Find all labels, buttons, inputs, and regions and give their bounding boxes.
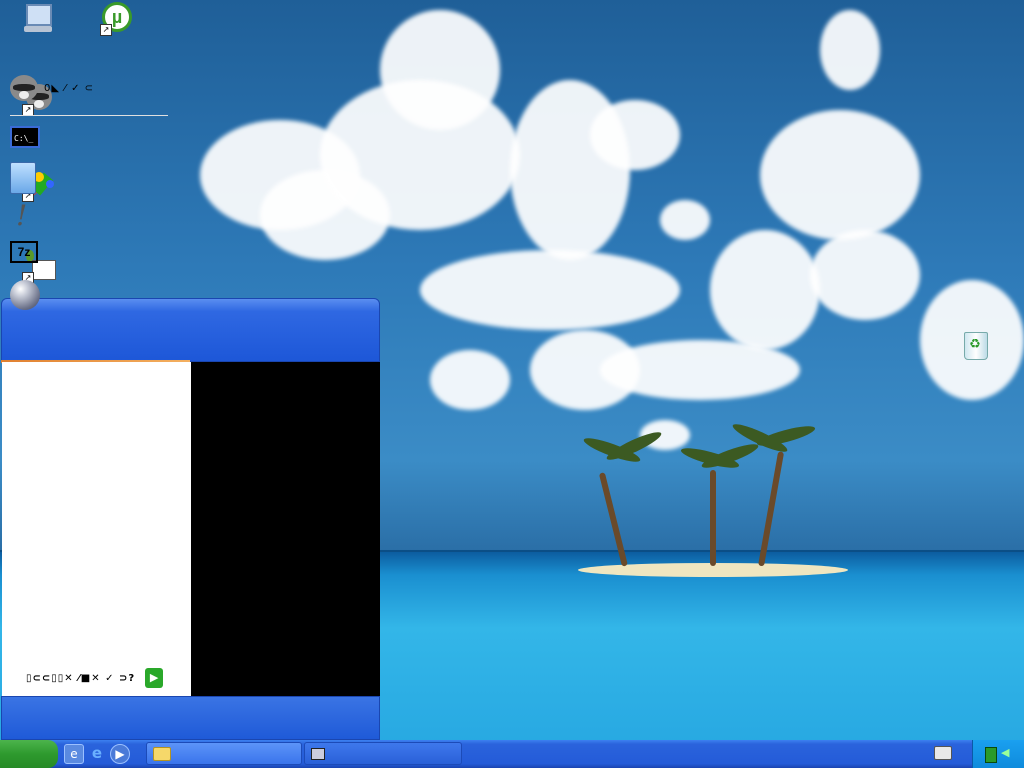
all-programs-label: ▯⊂⊂▯▯✕ ⁄■✕ ✓ ⊃? <box>26 672 136 684</box>
notepad-program-item[interactable] <box>10 162 42 194</box>
all-programs-button[interactable]: ▯⊂⊂▯▯✕ ⁄■✕ ✓ ⊃? ▶ <box>26 668 164 688</box>
taskbar-explorer-window-button[interactable] <box>146 742 302 765</box>
show-desktop-icon[interactable]: e <box>64 744 84 764</box>
cmd-program-item[interactable]: C:\_ <box>10 126 42 158</box>
quick-launch-bar: e e ▶ <box>64 744 130 764</box>
volume-icon[interactable]: ◀ <box>1001 746 1015 760</box>
cloud <box>810 230 920 320</box>
my-computer-icon[interactable] <box>22 2 56 36</box>
terminal-icon <box>311 747 325 760</box>
recycle-arrows-icon: ♻ <box>969 337 981 352</box>
7zip-program-item[interactable]: 7z <box>10 241 42 273</box>
raccoon-icon <box>10 75 38 101</box>
raccoon-mask <box>13 84 35 91</box>
media-player-icon[interactable]: ▶ <box>110 744 130 764</box>
start-button[interactable] <box>0 740 58 768</box>
utorrent-icon[interactable]: µ ↗ <box>100 2 134 36</box>
system-tray: ◀ <box>972 740 1024 768</box>
start-menu-places-pane <box>191 362 380 696</box>
network-status-icon[interactable] <box>985 747 997 763</box>
notepad-icon <box>10 162 36 194</box>
start-menu-programs-pane <box>2 362 191 696</box>
palm-frond <box>755 422 817 450</box>
orb-icon <box>10 280 40 310</box>
command-prompt-icon: C:\_ <box>10 126 40 148</box>
pinned-item-label: 0◣ ⁄ ✓ ⊂ <box>44 82 95 94</box>
raccoon-snout <box>19 91 29 99</box>
start-menu-footer <box>1 696 380 740</box>
raccoon-snout <box>34 100 44 108</box>
monitor-shape <box>26 4 52 26</box>
exclamation-icon: ! <box>16 199 28 232</box>
cloud <box>590 100 680 170</box>
exclaim-program-item[interactable]: ! <box>10 200 42 232</box>
cloud <box>820 10 880 90</box>
shortcut-arrow-icon: ↗ <box>100 24 112 36</box>
cloud <box>760 110 920 240</box>
pinned-raccoon-item[interactable]: 0◣ ⁄ ✓ ⊂ <box>10 75 95 101</box>
recycle-bin-icon[interactable]: ♻ <box>958 328 992 362</box>
cloud <box>710 230 820 350</box>
7zip-icon: 7z <box>10 241 38 263</box>
cloud <box>420 250 680 330</box>
green-arrow-icon: ▶ <box>145 668 164 688</box>
orb-program-item[interactable] <box>10 280 42 312</box>
cloud <box>430 350 510 410</box>
shape-blue <box>46 180 54 188</box>
cloud <box>660 200 710 240</box>
menu-separator <box>10 115 168 116</box>
palm-trunk <box>710 470 716 566</box>
internet-explorer-icon[interactable]: e <box>88 744 106 762</box>
start-menu-header <box>1 298 380 362</box>
folder-icon <box>153 746 171 761</box>
taskbar-terminal-window-button[interactable] <box>304 742 462 765</box>
keyboard-layout-icon[interactable] <box>934 746 952 760</box>
cloud <box>320 80 520 230</box>
monitor-base <box>24 26 52 32</box>
